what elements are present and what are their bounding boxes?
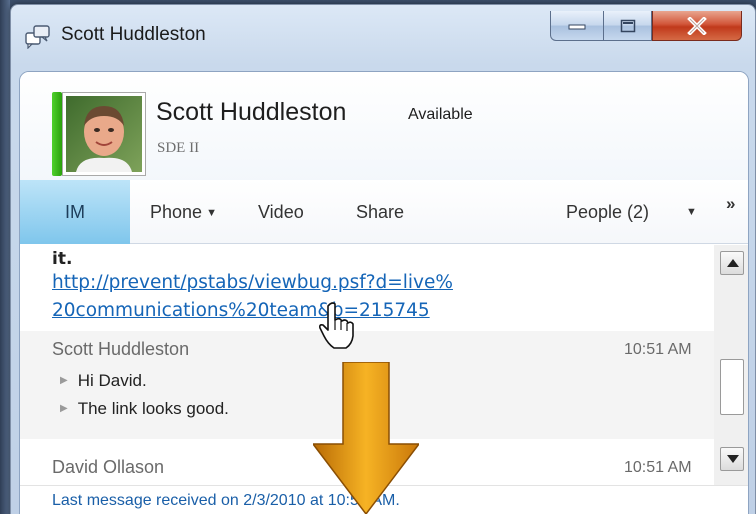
conversation-scrollbar[interactable] xyxy=(714,245,748,485)
message-line: ▶ The link looks good. xyxy=(60,399,229,419)
close-button[interactable] xyxy=(652,11,742,41)
close-icon xyxy=(687,16,707,35)
presence-indicator xyxy=(52,92,62,176)
message-text: The link looks good. xyxy=(77,399,229,418)
modality-toolbar: IM Phone ▼ Video Share People (2) ▼ » xyxy=(20,180,748,244)
maximize-icon xyxy=(620,19,635,32)
tab-phone[interactable]: Phone ▼ xyxy=(150,180,217,244)
avatar[interactable] xyxy=(62,92,146,176)
presence-status: Available xyxy=(408,106,473,123)
toolbar-overflow-button[interactable]: » xyxy=(726,172,735,236)
scroll-up-button[interactable] xyxy=(720,251,744,275)
chevron-down-icon: ▼ xyxy=(206,207,217,219)
people-dropdown-chevron-icon[interactable]: ▼ xyxy=(686,180,697,244)
chat-bubbles-icon xyxy=(25,25,50,49)
maximize-button[interactable] xyxy=(604,11,652,41)
tab-share[interactable]: Share xyxy=(356,180,404,244)
bullet-icon: ▶ xyxy=(60,403,68,414)
hand-pointer-icon xyxy=(319,302,354,349)
contact-card: Scott Huddleston Available SDE II xyxy=(20,72,748,182)
message-sender: David Ollason xyxy=(52,457,165,477)
minimize-icon xyxy=(568,24,586,29)
tab-people[interactable]: People (2) xyxy=(566,180,649,244)
previous-message-fragment: it. xyxy=(52,249,73,269)
message-sender: Scott Huddleston xyxy=(52,339,190,359)
message-line: ▶ Hi David. xyxy=(60,371,147,391)
window-title: Scott Huddleston xyxy=(61,24,206,45)
message-timestamp: 10:51 AM xyxy=(624,341,692,358)
down-arrow-annotation-icon xyxy=(313,362,419,514)
contact-photo xyxy=(66,96,142,172)
bug-link-line-1[interactable]: http://prevent/pstabs/viewbug.psf?d=live… xyxy=(52,272,612,293)
arrow-up-icon xyxy=(727,259,739,267)
desktop-edge xyxy=(0,0,10,514)
tab-phone-label: Phone xyxy=(150,202,203,222)
contact-name: Scott Huddleston xyxy=(156,98,347,126)
arrow-down-icon xyxy=(727,455,739,463)
bullet-icon: ▶ xyxy=(60,375,68,386)
title-bar[interactable]: Scott Huddleston xyxy=(11,5,755,65)
contact-job-title: SDE II xyxy=(157,140,200,156)
tab-video[interactable]: Video xyxy=(258,180,304,244)
message-text: Hi David. xyxy=(77,371,147,390)
scrollbar-thumb[interactable] xyxy=(720,359,744,415)
minimize-button[interactable] xyxy=(550,11,604,41)
scroll-down-button[interactable] xyxy=(720,447,744,471)
tab-im[interactable]: IM xyxy=(20,180,130,244)
message-timestamp: 10:51 AM xyxy=(624,459,692,476)
